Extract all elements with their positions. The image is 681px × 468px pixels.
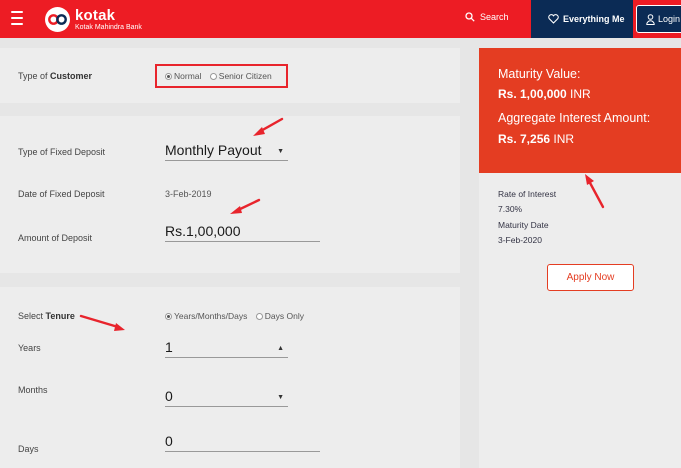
annotation-arrows — [79, 117, 605, 331]
arrow-to-deposit-type-icon — [253, 117, 284, 136]
arrow-to-tenure-icon — [79, 314, 125, 331]
arrow-to-summary-icon — [585, 174, 605, 209]
arrow-to-amount-icon — [230, 198, 261, 214]
